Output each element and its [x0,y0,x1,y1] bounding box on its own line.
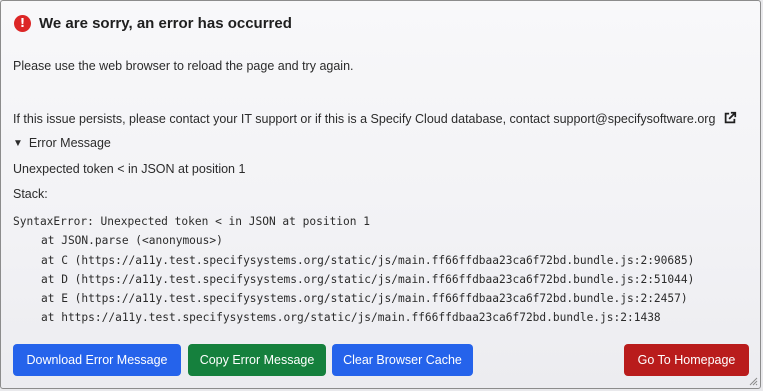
stack-line: at E (https://a11y.test.specifysystems.o… [41,292,688,306]
copy-error-button[interactable]: Copy Error Message [188,344,326,376]
error-dialog: ! We are sorry, an error has occurred Pl… [0,0,761,389]
stack-line: at C (https://a11y.test.specifysystems.o… [41,253,695,267]
error-message-text: Unexpected token < in JSON at position 1 [13,162,246,176]
dialog-header: ! We are sorry, an error has occurred [14,15,292,32]
resize-grip-icon[interactable] [748,376,758,386]
clear-cache-button[interactable]: Clear Browser Cache [332,344,473,376]
support-message-text: If this issue persists, please contact y… [13,112,554,126]
go-home-button[interactable]: Go To Homepage [624,344,749,376]
error-details-toggle[interactable]: ▼ Error Message [13,136,111,150]
details-summary-label: Error Message [28,136,111,150]
stack-trace: SyntaxError: Unexpected token < in JSON … [13,212,694,328]
dialog-title: We are sorry, an error has occurred [39,15,292,32]
stack-label: Stack: [13,187,48,201]
caret-down-icon: ▼ [13,137,23,149]
external-link-icon[interactable] [723,111,737,125]
exclamation-circle-icon: ! [14,15,31,32]
download-error-button[interactable]: Download Error Message [13,344,181,376]
stack-line: at JSON.parse (<anonymous>) [41,234,223,248]
stack-line: at D (https://a11y.test.specifysystems.o… [41,272,695,286]
reload-message: Please use the web browser to reload the… [13,59,354,73]
stack-line: SyntaxError: Unexpected token < in JSON … [13,215,370,228]
support-email-link[interactable]: support@specifysoftware.org [553,112,715,126]
stack-line: at https://a11y.test.specifysystems.org/… [41,311,661,325]
support-message: If this issue persists, please contact y… [13,111,737,126]
